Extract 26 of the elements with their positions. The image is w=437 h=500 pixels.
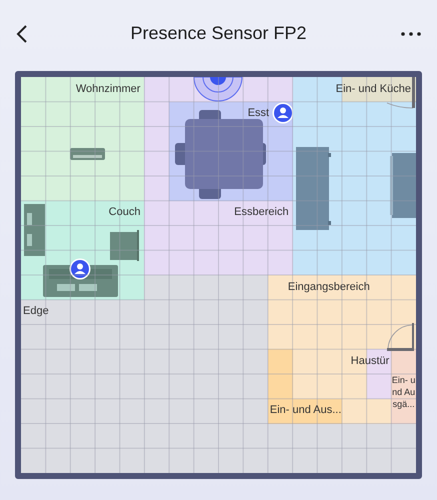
zone-label: Esst bbox=[248, 108, 270, 120]
more-icon bbox=[401, 32, 421, 36]
person-icon bbox=[70, 258, 90, 280]
tv-stand-drawing bbox=[70, 148, 105, 160]
sofa-drawing bbox=[24, 204, 45, 256]
zone-label: Edge bbox=[23, 306, 49, 318]
zone-label: Ein- und Aus... bbox=[270, 405, 342, 416]
person-icon bbox=[272, 102, 294, 124]
zone-label: Couch bbox=[108, 207, 140, 218]
zone-area[interactable] bbox=[21, 200, 144, 300]
zone-label: Ein- und Ausgä... bbox=[391, 374, 416, 410]
chevron-left-icon bbox=[16, 24, 28, 44]
zone-area[interactable] bbox=[268, 398, 342, 424]
page-title: Presence Sensor FP2 bbox=[129, 22, 308, 45]
zone-label: Haustür bbox=[350, 356, 390, 367]
zone-label: Eingangsbereich bbox=[288, 282, 370, 292]
sensor-icon bbox=[194, 77, 242, 102]
armchair-drawing bbox=[110, 230, 139, 261]
zone-area[interactable] bbox=[268, 275, 416, 350]
zone-area[interactable] bbox=[391, 349, 416, 424]
zone-area[interactable] bbox=[144, 77, 293, 102]
zone-label: Essbereich bbox=[234, 207, 289, 218]
door-drawing bbox=[387, 323, 414, 351]
zone-label: Ein- und Küche bbox=[336, 84, 411, 94]
shelf-drawing bbox=[390, 153, 416, 218]
zone-label: Wohnzimmer bbox=[76, 84, 140, 94]
